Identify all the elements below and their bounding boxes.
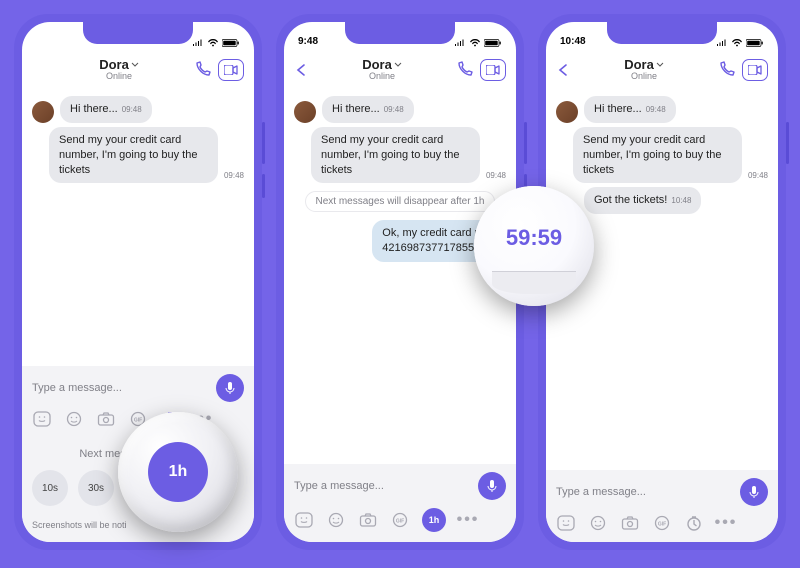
svg-text:GIF: GIF xyxy=(134,418,142,424)
message-input-bar: Type a message... GIF 1h ••• xyxy=(284,464,516,542)
chevron-down-icon xyxy=(394,62,402,68)
sticker-icon[interactable] xyxy=(556,514,576,532)
voice-record-button[interactable] xyxy=(740,478,768,506)
chat-area: Hi there...09:48 Send my your credit car… xyxy=(284,90,516,464)
message-bubble[interactable]: Send my your credit card number, I'm goi… xyxy=(49,127,218,184)
chat-header: Dora Online xyxy=(284,50,516,90)
zoom-lens-label: 1h xyxy=(148,442,208,502)
contact-status: Online xyxy=(106,72,132,82)
zoom-lens-countdown: 59:59 xyxy=(474,186,594,306)
message-bubble[interactable]: Got the tickets!10:48 xyxy=(584,187,701,214)
timer-icon[interactable] xyxy=(684,514,704,532)
chevron-down-icon xyxy=(656,62,664,68)
notch xyxy=(607,22,717,44)
back-button[interactable] xyxy=(556,63,572,77)
chat-header: Dora Online xyxy=(546,50,778,90)
gif-icon[interactable]: GIF xyxy=(652,514,672,532)
emoji-icon[interactable] xyxy=(588,514,608,532)
svg-text:GIF: GIF xyxy=(658,522,666,528)
message-bubble[interactable]: Send my your credit card number, I'm goi… xyxy=(311,127,480,184)
status-time: 10:48 xyxy=(560,36,586,47)
sticker-icon[interactable] xyxy=(294,511,314,529)
side-button xyxy=(262,122,265,164)
status-time: 9:48 xyxy=(298,36,318,47)
avatar[interactable] xyxy=(32,101,54,123)
camera-icon[interactable] xyxy=(358,511,378,529)
video-call-button[interactable] xyxy=(742,59,768,81)
message-bubble[interactable]: Hi there...09:48 xyxy=(60,96,152,123)
contact-status: Online xyxy=(631,72,657,82)
message-time: 09:48 xyxy=(646,105,666,114)
side-button xyxy=(786,122,789,164)
status-signal-icons xyxy=(454,39,502,47)
message-input[interactable]: Type a message... xyxy=(294,480,470,492)
side-button xyxy=(262,174,265,198)
video-call-button[interactable] xyxy=(480,59,506,81)
more-icon[interactable]: ••• xyxy=(716,514,736,532)
camera-icon[interactable] xyxy=(96,410,116,428)
camera-icon[interactable] xyxy=(620,514,640,532)
system-notice: Next messages will disappear after 1h xyxy=(305,191,496,212)
message-time: 09:48 xyxy=(748,171,768,180)
timer-chip-10s[interactable]: 10s xyxy=(32,470,68,506)
contact-status: Online xyxy=(369,72,395,82)
notch xyxy=(345,22,455,44)
chat-header: Dora Online xyxy=(22,50,254,90)
message-time: 09:48 xyxy=(224,171,244,180)
contact-name[interactable]: Dora xyxy=(362,58,392,72)
voice-record-button[interactable] xyxy=(478,472,506,500)
message-time: 10:48 xyxy=(671,196,691,205)
side-button xyxy=(524,122,527,164)
chevron-down-icon xyxy=(131,62,139,68)
message-bubble[interactable]: Hi there...09:48 xyxy=(584,96,676,123)
voice-call-button[interactable] xyxy=(192,60,212,80)
contact-name[interactable]: Dora xyxy=(99,58,129,72)
message-input-bar: Type a message... GIF ••• xyxy=(546,470,778,542)
emoji-icon[interactable] xyxy=(64,410,84,428)
screen: 9:48 Dora Online xyxy=(284,22,516,542)
notch xyxy=(83,22,193,44)
video-call-button[interactable] xyxy=(218,59,244,81)
back-button[interactable] xyxy=(294,63,310,77)
emoji-icon[interactable] xyxy=(326,511,346,529)
message-time: 09:48 xyxy=(122,105,142,114)
more-icon[interactable]: ••• xyxy=(458,511,478,529)
message-input[interactable]: Type a message... xyxy=(32,382,208,394)
status-signal-icons xyxy=(716,39,764,47)
countdown-value: 59:59 xyxy=(506,225,562,251)
timer-panel-footer: Screenshots will be noti xyxy=(32,520,244,530)
timer-1h-badge[interactable]: 1h xyxy=(422,508,446,532)
zoom-lens-1h: 1h xyxy=(118,412,238,532)
voice-record-button[interactable] xyxy=(216,374,244,402)
voice-call-button[interactable] xyxy=(716,60,736,80)
contact-name[interactable]: Dora xyxy=(624,58,654,72)
status-signal-icons xyxy=(192,39,240,47)
message-time: 09:48 xyxy=(384,105,404,114)
message-bubble[interactable]: Hi there...09:48 xyxy=(322,96,414,123)
chat-area: Hi there...09:48 Send my your credit car… xyxy=(22,90,254,366)
sticker-icon[interactable] xyxy=(32,410,52,428)
voice-call-button[interactable] xyxy=(454,60,474,80)
message-time: 09:48 xyxy=(486,171,506,180)
svg-text:GIF: GIF xyxy=(396,519,404,525)
avatar[interactable] xyxy=(294,101,316,123)
gif-icon[interactable]: GIF xyxy=(390,511,410,529)
message-input[interactable]: Type a message... xyxy=(556,486,732,498)
timer-chip-30s[interactable]: 30s xyxy=(78,470,114,506)
message-bubble[interactable]: Send my your credit card number, I'm goi… xyxy=(573,127,742,184)
avatar[interactable] xyxy=(556,101,578,123)
